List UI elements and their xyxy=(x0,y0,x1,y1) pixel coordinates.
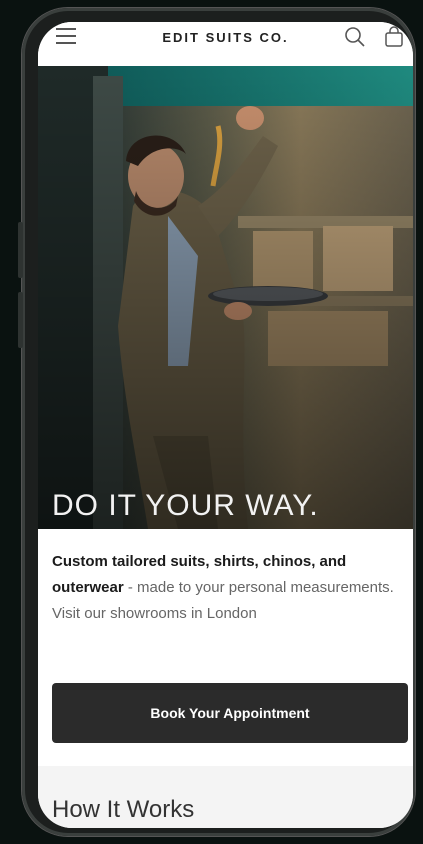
phone-side-button-top xyxy=(18,222,23,278)
book-appointment-button[interactable]: Book Your Appointment xyxy=(52,683,408,743)
shopping-bag-icon[interactable] xyxy=(384,26,404,48)
intro-description: Custom tailored suits, shirts, chinos, a… xyxy=(52,549,402,627)
search-icon[interactable] xyxy=(344,26,366,48)
hero-headline: DO IT YOUR WAY. xyxy=(52,489,319,522)
how-it-works-section: How It Works xyxy=(38,766,413,828)
hero-image xyxy=(38,66,413,529)
phone-side-button-bottom xyxy=(18,292,23,348)
phone-screen: EDIT SUITS CO. DO IT YOUR WAY. Custom ta… xyxy=(38,22,413,828)
site-header: EDIT SUITS CO. xyxy=(38,22,413,66)
hero-banner: DO IT YOUR WAY. xyxy=(38,66,413,529)
section-title: How It Works xyxy=(52,796,195,823)
intro-section: Custom tailored suits, shirts, chinos, a… xyxy=(38,529,413,769)
